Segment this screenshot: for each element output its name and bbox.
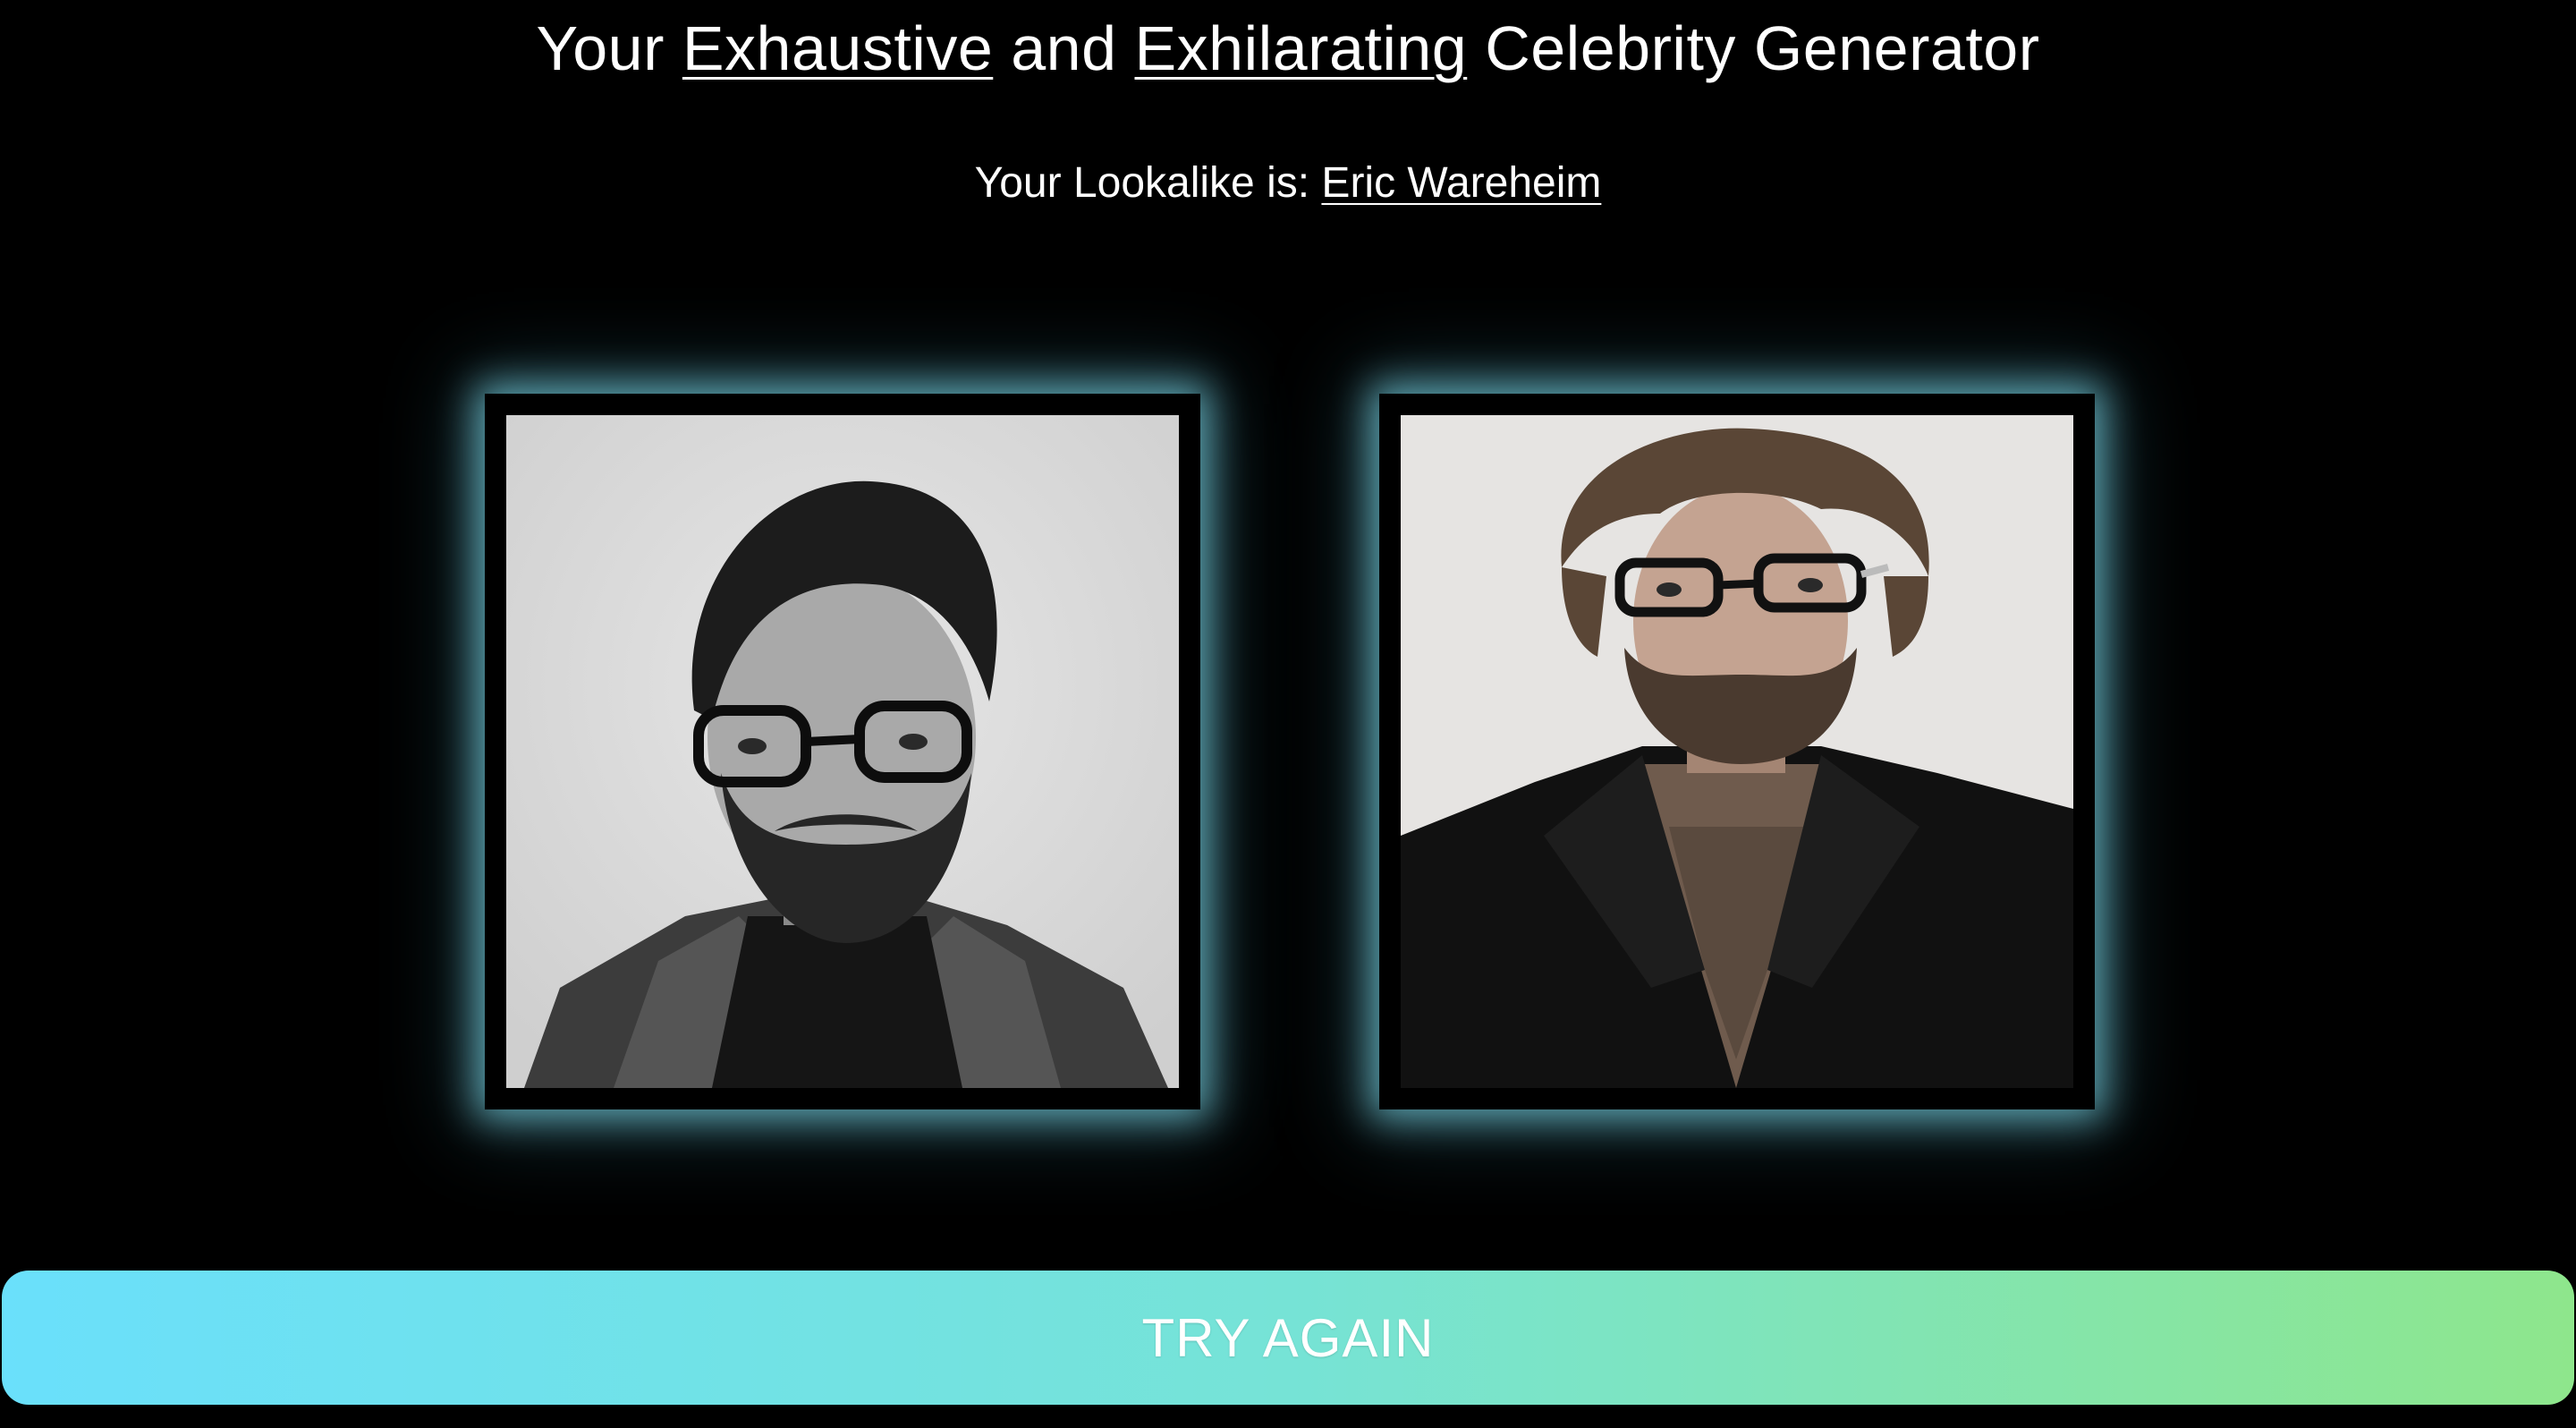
page-title: Your Exhaustive and Exhilarating Celebri… — [0, 11, 2576, 86]
user-photo-frame — [485, 394, 1200, 1109]
title-part: Celebrity Generator — [1467, 13, 2040, 83]
title-emphasis-exhilarating: Exhilarating — [1134, 13, 1468, 83]
title-part: Your — [536, 13, 682, 83]
celebrity-name-link[interactable]: Eric Wareheim — [1321, 159, 1601, 207]
lookalike-label: Your Lookalike is: — [974, 159, 1322, 207]
user-portrait-image — [506, 415, 1179, 1088]
celebrity-photo-frame — [1379, 394, 2095, 1109]
celebrity-photo — [1401, 415, 2073, 1088]
celebrity-portrait-image — [1401, 415, 2073, 1088]
try-again-button[interactable]: TRY AGAIN — [2, 1271, 2574, 1405]
title-part: and — [993, 13, 1135, 83]
lookalike-result: Your Lookalike is: Eric Wareheim — [0, 157, 2576, 210]
page: Your Exhaustive and Exhilarating Celebri… — [0, 0, 2576, 1428]
user-photo — [506, 415, 1179, 1088]
title-emphasis-exhaustive: Exhaustive — [682, 13, 994, 83]
